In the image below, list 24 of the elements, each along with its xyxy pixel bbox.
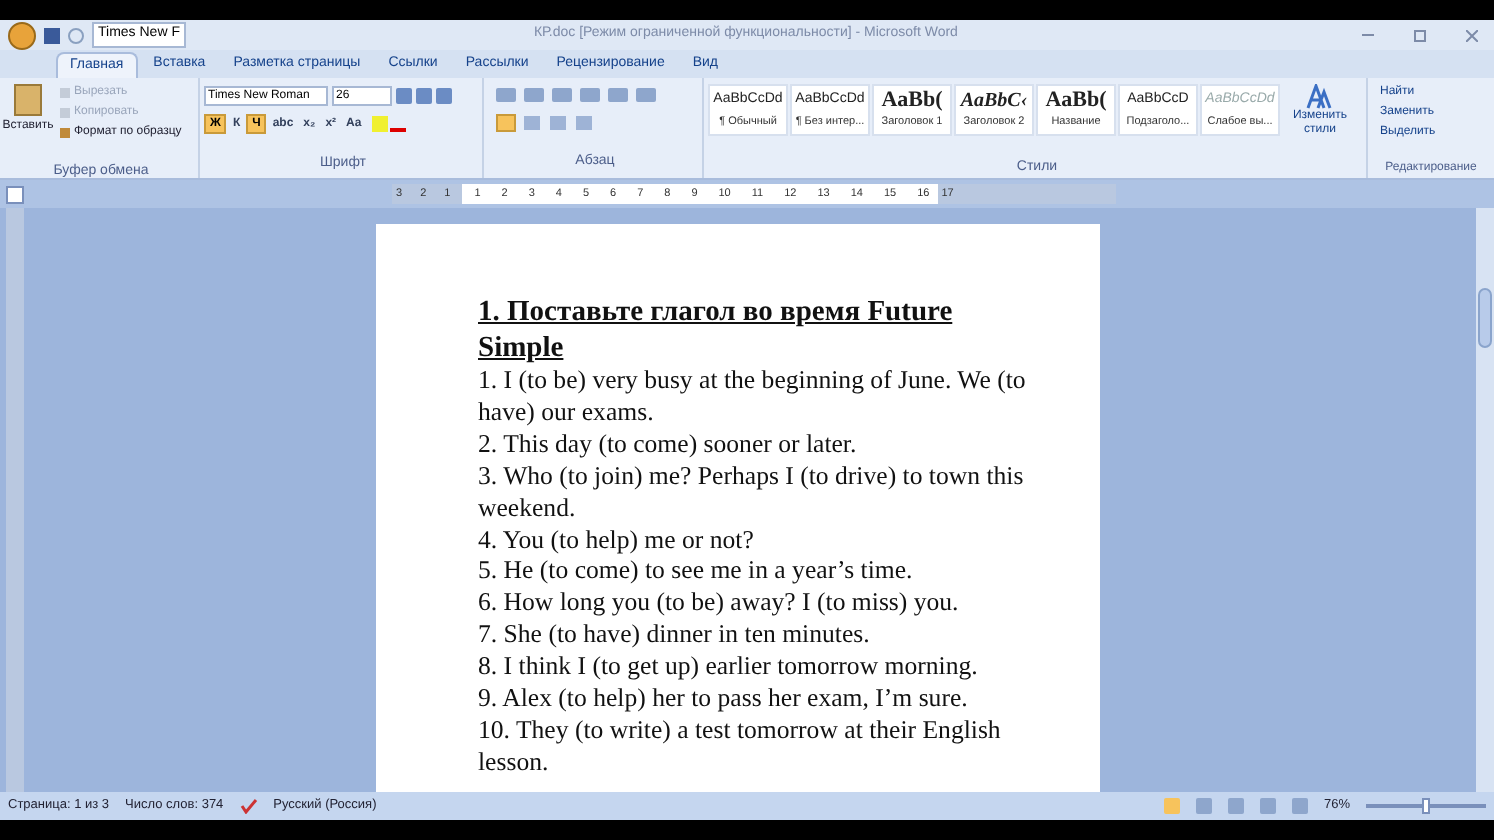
close-icon[interactable] xyxy=(1466,29,1478,41)
exercise-line: 9. Alex (to help) her to pass her exam, I’m sure. xyxy=(478,684,970,716)
align-button[interactable] xyxy=(496,114,516,132)
exercise-line: 7. She (to have) dinner in ten minutes. xyxy=(478,620,872,653)
scroll-thumb[interactable] xyxy=(1478,288,1492,348)
save-icon[interactable] xyxy=(44,27,60,43)
exercise-line: 8. I think I (to get up) earlier tomorrow morning. xyxy=(478,652,980,685)
restore-icon[interactable] xyxy=(1414,29,1426,41)
exercise-line: 2. This day (to come) sooner or later. xyxy=(478,429,859,462)
zoom-thumb[interactable] xyxy=(1422,798,1430,814)
letters-a-icon xyxy=(1306,84,1334,110)
exercise-line: 4. You (to help) me or not? xyxy=(478,525,756,557)
tab-selector-icon[interactable] xyxy=(6,185,24,203)
undo-icon[interactable] xyxy=(68,27,84,43)
vertical-scrollbar[interactable] xyxy=(1476,208,1494,792)
book-check-icon[interactable] xyxy=(239,798,258,814)
exercise-line: 5. He (to come) to see me in a year’s time. xyxy=(478,556,915,589)
office-logo-icon[interactable] xyxy=(8,21,36,49)
exercise-line: 1. I (to be) very busy at the beginning of June. We (to have) our exams. xyxy=(478,366,1028,430)
minimize-icon[interactable] xyxy=(1362,34,1374,36)
exercise-line: 10. They (to write) a test tomorrow at their English lesson. xyxy=(478,715,1003,780)
document-heading: 1. Поставьте глагол во время Future Simple xyxy=(478,294,955,366)
exercise-line: 6. How long you (to be) away? I (to miss) you. xyxy=(478,588,961,621)
exercise-line: 3. Who (to join) me? Perhaps I (to drive) to town this weekend. xyxy=(478,461,1026,526)
